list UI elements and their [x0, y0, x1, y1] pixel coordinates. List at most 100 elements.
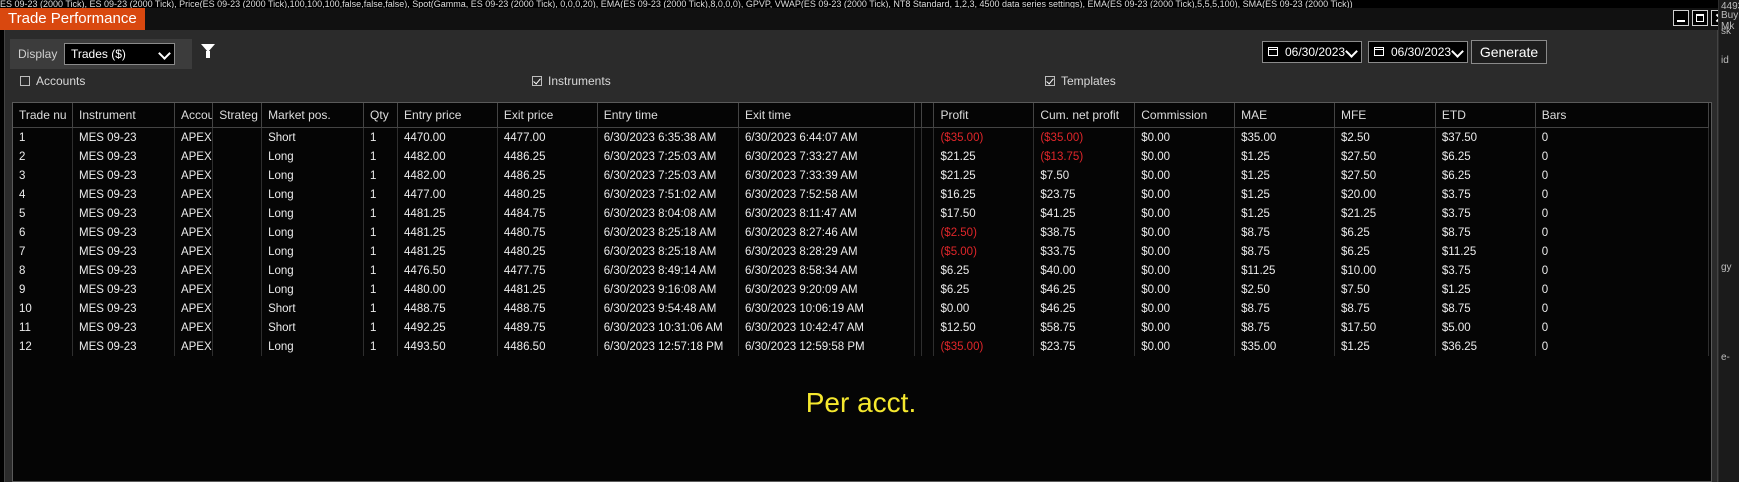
- minimize-icon[interactable]: [1673, 10, 1689, 26]
- column-header[interactable]: MAE: [1234, 103, 1335, 128]
- table-cell: $0.00: [1134, 223, 1236, 242]
- table-row[interactable]: 12 MES 09-23 APEX Long 1 4493.50 4486.50 6/30/2…: [13, 337, 1710, 356]
- column-header[interactable]: Commission: [1134, 103, 1236, 128]
- table-row[interactable]: 2 MES 09-23 APEX Long 1 4482.00 4486.25 6/30/20…: [13, 147, 1710, 166]
- column-header[interactable]: Exit time: [738, 103, 916, 128]
- accounts-filter[interactable]: Accounts: [20, 74, 85, 88]
- table-row[interactable]: 6 MES 09-23 APEX Long 1 4481.25 4480.75 6/30/20…: [13, 223, 1710, 242]
- table-cell: $0.00: [1134, 318, 1236, 337]
- table-cell: 4492.25: [397, 318, 498, 337]
- table-cell: $3.75: [1435, 185, 1536, 204]
- table-cell: $21.25: [933, 147, 1035, 166]
- table-cell: [921, 166, 935, 185]
- table-cell: $38.75: [1033, 223, 1136, 242]
- table-row[interactable]: 9 MES 09-23 APEX Long 1 4480.00 4481.25 6/30/20…: [13, 280, 1710, 299]
- table-cell: $0.00: [933, 299, 1035, 318]
- table-cell: 6/30/2023 8:04:08 AM: [597, 204, 740, 223]
- table-cell: 0: [1535, 166, 1710, 185]
- table-row[interactable]: 7 MES 09-23 APEX Long 1 4481.25 4480.25 6/30/20…: [13, 242, 1710, 261]
- table-cell: APEX: [174, 147, 214, 166]
- column-header[interactable]: Bars: [1535, 103, 1710, 128]
- table-cell: $21.25: [933, 166, 1035, 185]
- column-header[interactable]: Entry price: [397, 103, 498, 128]
- table-cell: ($5.00): [933, 242, 1035, 261]
- accounts-checkbox[interactable]: [20, 76, 30, 86]
- column-header[interactable]: Cum. net profit: [1033, 103, 1136, 128]
- column-header[interactable]: Trade nu: [13, 103, 73, 128]
- table-cell: 7: [13, 242, 73, 261]
- table-cell: 4480.25: [497, 185, 598, 204]
- display-select[interactable]: Trades ($): [64, 43, 175, 65]
- column-header[interactable]: Accou: [174, 103, 214, 128]
- column-header[interactable]: Strateg: [212, 103, 263, 128]
- generate-button[interactable]: Generate: [1471, 40, 1547, 64]
- table-cell: 6/30/2023 8:25:18 AM: [597, 223, 740, 242]
- bg-text-5: e-: [1721, 352, 1730, 363]
- table-cell: $3.75: [1435, 261, 1536, 280]
- table-row[interactable]: 5 MES 09-23 APEX Long 1 4481.25 4484.75 6/30/20…: [13, 204, 1710, 223]
- table-row[interactable]: 1 MES 09-23 APEX Short 1 4470.00 4477.00 6/30/2…: [13, 127, 1710, 147]
- table-cell: $0.00: [1134, 127, 1236, 147]
- window-titlebar[interactable]: Trade Performance: [0, 8, 1739, 30]
- to-date-picker[interactable]: 06/30/2023: [1368, 41, 1468, 63]
- table-cell: $33.75: [1033, 242, 1136, 261]
- maximize-icon[interactable]: [1692, 10, 1708, 26]
- column-header[interactable]: ETD: [1435, 103, 1536, 128]
- table-cell: APEX: [174, 280, 214, 299]
- table-row[interactable]: 11 MES 09-23 APEX Short 1 4492.25 4489.75 6/30/…: [13, 318, 1710, 337]
- table-row[interactable]: 3 MES 09-23 APEX Long 1 4482.00 4486.25 6/30/20…: [13, 166, 1710, 185]
- table-cell: ($2.50): [933, 223, 1035, 242]
- table-cell: $0.00: [1134, 166, 1236, 185]
- column-header[interactable]: [921, 103, 935, 128]
- table-cell: $6.25: [933, 261, 1035, 280]
- table-cell: $0.00: [1134, 299, 1236, 318]
- templates-filter[interactable]: Templates: [1045, 74, 1116, 88]
- bg-text-3: id: [1721, 55, 1729, 66]
- table-cell: 4470.00: [397, 127, 498, 147]
- accounts-label: Accounts: [36, 74, 86, 88]
- table-cell: $1.25: [1234, 166, 1335, 185]
- table-cell: 6/30/2023 12:59:58 PM: [738, 337, 916, 356]
- table-cell: 4480.25: [497, 242, 598, 261]
- table-cell: Short: [261, 127, 365, 147]
- column-header[interactable]: Entry time: [597, 103, 740, 128]
- table-cell: ($35.00): [933, 127, 1035, 147]
- table-cell: 4486.25: [497, 147, 598, 166]
- table-cell: $7.50: [1334, 280, 1436, 299]
- table-cell: [921, 261, 935, 280]
- table-cell: MES 09-23: [72, 204, 175, 223]
- table-cell: $11.25: [1234, 261, 1335, 280]
- table-cell: $46.25: [1033, 280, 1136, 299]
- table-cell: $8.75: [1234, 223, 1335, 242]
- calendar-icon: [1374, 47, 1384, 56]
- from-date-picker[interactable]: 06/30/2023: [1262, 41, 1362, 63]
- table-cell: [921, 185, 935, 204]
- table-row[interactable]: 10 MES 09-23 APEX Short 1 4488.75 4488.75 6/30/…: [13, 299, 1710, 318]
- table-cell: $0.00: [1134, 204, 1236, 223]
- templates-checkbox[interactable]: [1045, 76, 1055, 86]
- column-header[interactable]: Profit: [933, 103, 1035, 128]
- instruments-filter[interactable]: Instruments: [532, 74, 611, 88]
- table-cell: APEX: [174, 337, 214, 356]
- bg-text-4: gy: [1721, 262, 1732, 273]
- column-header[interactable]: MFE: [1334, 103, 1436, 128]
- table-cell: $23.75: [1033, 185, 1136, 204]
- column-header[interactable]: Instrument: [72, 103, 175, 128]
- table-cell: [212, 223, 263, 242]
- table-row[interactable]: 8 MES 09-23 APEX Long 1 4476.50 4477.75 6/30/20…: [13, 261, 1710, 280]
- table-cell: Long: [261, 166, 365, 185]
- table-cell: 5: [13, 204, 73, 223]
- table-cell: 0: [1535, 242, 1710, 261]
- table-row[interactable]: 4 MES 09-23 APEX Long 1 4477.00 4480.25 6/30/20…: [13, 185, 1710, 204]
- table-cell: Long: [261, 223, 365, 242]
- column-header[interactable]: Exit price: [497, 103, 598, 128]
- table-cell: [212, 280, 263, 299]
- column-header[interactable]: Qty: [363, 103, 399, 128]
- column-header[interactable]: Market pos.: [261, 103, 365, 128]
- table-cell: $8.75: [1234, 242, 1335, 261]
- instruments-checkbox[interactable]: [532, 76, 542, 86]
- table-cell: $0.00: [1134, 261, 1236, 280]
- table-cell: Long: [261, 185, 365, 204]
- table-cell: [212, 204, 263, 223]
- filter-icon[interactable]: [201, 44, 215, 58]
